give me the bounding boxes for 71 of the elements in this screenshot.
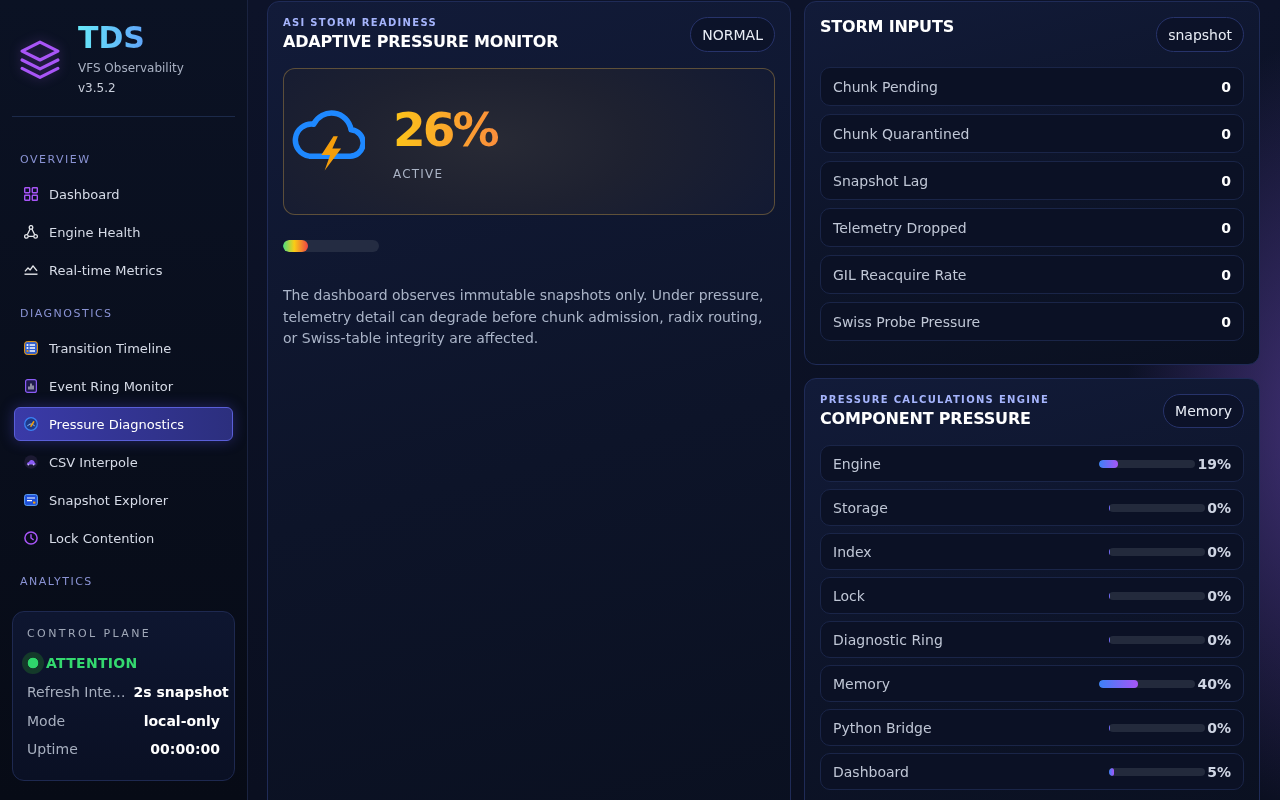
nav-item[interactable]: Pressure Diagnostics — [14, 407, 233, 441]
nav-section-heading: ANALYTICS — [20, 575, 93, 589]
nav-item[interactable]: CSV Interpole — [14, 445, 233, 479]
metric-label: GIL Reacquire Rate — [833, 266, 967, 283]
pressure-state: ACTIVE — [393, 165, 444, 182]
nav-section-heading: OVERVIEW — [20, 153, 91, 167]
panel-eyebrow: ASI STORM READINESS — [283, 16, 437, 30]
setting-value: 00:00:00 — [150, 740, 220, 759]
component-label: Dashboard — [833, 763, 909, 780]
component-reading: 40% — [1197, 675, 1231, 692]
component-reading: 0% — [1207, 499, 1231, 516]
cloud-icon — [24, 455, 38, 469]
setting-label: Mode — [27, 711, 66, 731]
metric-value: 0 — [1221, 125, 1231, 142]
description-text: The dashboard observes immutable snapshots only. Under pressure, telemetry detail can degrade before chunk admission, radix routing, or Swiss-table integrity are affected. — [283, 286, 765, 348]
metric-label: Chunk Pending — [833, 78, 938, 95]
nav-section-heading: DIAGNOSTICS — [20, 307, 113, 321]
line-chart-icon — [24, 265, 38, 275]
component-label: Lock — [833, 587, 865, 604]
nav-item[interactable]: Engine Health — [14, 215, 233, 249]
metric-value: 0 — [1221, 219, 1231, 236]
component-label: Index — [833, 543, 872, 560]
setting-label: Uptime — [27, 740, 78, 759]
card-icon — [24, 494, 38, 506]
metric-label: Swiss Probe Pressure — [833, 313, 981, 330]
status-dot-icon — [22, 651, 44, 674]
metric-value: 0 — [1221, 78, 1231, 95]
component-reading: 0% — [1207, 587, 1231, 604]
list-icon — [24, 341, 38, 355]
card-heading: CONTROL PLANE — [27, 626, 153, 641]
nav-item[interactable]: Snapshot Explorer — [14, 483, 233, 517]
nav-item[interactable]: Transition Timeline — [14, 331, 233, 365]
component-reading: 0% — [1207, 543, 1231, 560]
component-reading: 0% — [1207, 719, 1231, 736]
layers-icon — [20, 40, 60, 80]
setting-label: Refresh Inte… — [27, 683, 126, 702]
grid-icon — [24, 187, 38, 201]
nav-item[interactable]: Dashboard — [14, 177, 233, 211]
status-badge: NORMAL — [690, 17, 775, 52]
metric-label: Snapshot Lag — [833, 172, 929, 189]
component-label: Python Bridge — [833, 719, 932, 736]
metric-value: 0 — [1221, 172, 1231, 189]
component-label: Storage — [833, 499, 888, 516]
app-subtitle: VFS Observability — [78, 60, 184, 77]
nav-item[interactable]: Lock Contention — [14, 521, 233, 555]
source-badge: snapshot — [1156, 17, 1244, 52]
status-text: ATTENTION — [46, 653, 138, 673]
panel-title: STORM INPUTS — [820, 16, 954, 38]
panel-eyebrow: PRESSURE CALCULATIONS ENGINE — [820, 393, 1050, 407]
component-label: Memory — [833, 675, 890, 692]
setting-value: 2s snapshot — [133, 683, 229, 702]
component-reading: 5% — [1207, 763, 1231, 780]
panel-title: COMPONENT PRESSURE — [820, 408, 1031, 430]
setting-value: local-only — [143, 711, 220, 731]
component-label: Diagnostic Ring — [833, 631, 943, 648]
nav-item[interactable]: Event Ring Monitor — [14, 369, 233, 403]
focus-badge: Memory — [1163, 394, 1244, 428]
component-label: Engine — [833, 455, 881, 472]
clock-icon — [24, 531, 38, 545]
network-nodes-icon — [24, 225, 38, 239]
component-reading: 19% — [1197, 455, 1231, 472]
metric-label: Telemetry Dropped — [833, 219, 967, 236]
metric-value: 0 — [1221, 313, 1231, 330]
app-version: v3.5.2 — [78, 80, 116, 97]
component-reading: 0% — [1207, 631, 1231, 648]
gauge-icon — [24, 417, 38, 431]
bar-chart-icon — [25, 379, 37, 393]
metric-label: Chunk Quarantined — [833, 125, 970, 142]
nav-item[interactable]: Real-time Metrics — [14, 253, 233, 287]
panel-title: ADAPTIVE PRESSURE MONITOR — [283, 31, 559, 53]
metric-value: 0 — [1221, 266, 1231, 283]
